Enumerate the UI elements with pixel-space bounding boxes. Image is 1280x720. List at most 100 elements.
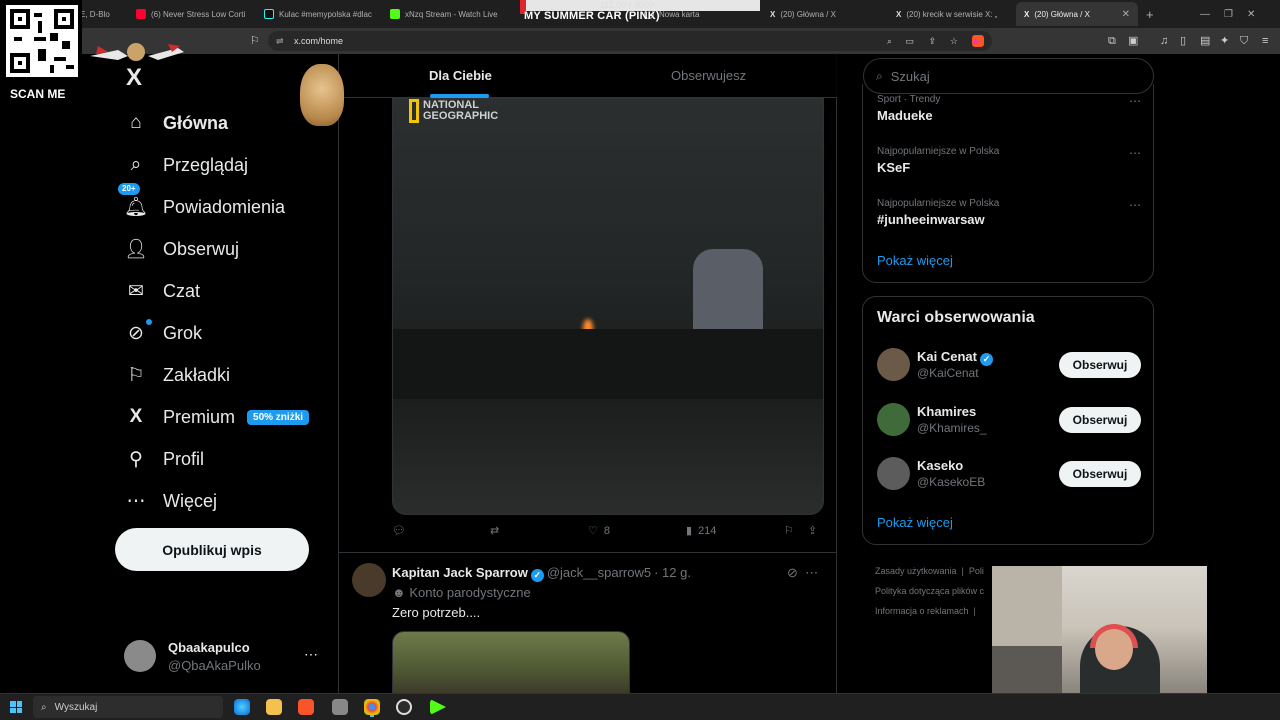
- follow-suggestion[interactable]: Khamires @Khamires_ Obserwuj: [877, 402, 1141, 438]
- nav-follow[interactable]: 👤︎ Obserwuj: [114, 228, 334, 270]
- more-dots-icon[interactable]: ⋯: [1129, 146, 1141, 160]
- file-explorer-icon[interactable]: [266, 699, 282, 715]
- cast-icon[interactable]: ▭: [905, 36, 914, 47]
- site-settings-icon[interactable]: ⇌: [276, 36, 284, 47]
- nav-notifications[interactable]: 🔔︎ 20+ Powiadomienia: [114, 183, 334, 228]
- nav-bookmarks[interactable]: ⚐ Zakładki: [114, 354, 334, 396]
- bell-glyph: 🔔︎: [124, 197, 149, 218]
- bookmark-page-icon[interactable]: ⚐: [250, 35, 260, 47]
- show-more-follow-link[interactable]: Pokaż więcej: [877, 515, 953, 530]
- close-window-icon[interactable]: ✕: [1247, 9, 1255, 20]
- sidebar-icon[interactable]: ▯: [1180, 35, 1186, 47]
- browser-tab[interactable]: (6) Never Stress Low Corti: [136, 4, 248, 24]
- follow-suggestion[interactable]: Kai Cenat ✓ @KaiCenat Obserwuj: [877, 347, 1141, 383]
- follow-suggestion[interactable]: Kaseko @KasekoEB Obserwuj: [877, 456, 1141, 492]
- avatar[interactable]: [352, 563, 386, 597]
- browser-tab[interactable]: E, D-Blo: [80, 4, 130, 24]
- browser-tab[interactable]: xNzq Stream - Watch Live: [390, 4, 502, 24]
- leo-icon[interactable]: ✦: [1220, 35, 1229, 47]
- extensions-icon[interactable]: ⧉: [1108, 35, 1116, 47]
- obs-icon[interactable]: [396, 699, 412, 715]
- mail-icon: ✉: [128, 280, 144, 302]
- post-author: Kapitan Jack Sparrow ✓ @jack__sparrow5 · 12…: [392, 565, 691, 582]
- tab-for-you[interactable]: Dla Ciebie: [429, 68, 492, 83]
- follow-button[interactable]: Obserwuj: [1059, 352, 1141, 378]
- notification-count-badge: 20+: [118, 183, 140, 195]
- vpn-icon[interactable]: ⛉: [1240, 35, 1248, 47]
- tab-following[interactable]: Obserwujesz: [671, 68, 746, 83]
- reply-button[interactable]: 💬︎: [392, 524, 406, 537]
- footer-link[interactable]: Informacja o reklamach: [875, 606, 969, 616]
- tab-label: (20) Główna / X: [780, 9, 836, 19]
- post[interactable]: Kapitan Jack Sparrow ✓ @jack__sparrow5 · 12…: [339, 552, 837, 694]
- minimize-icon[interactable]: —: [1200, 9, 1210, 20]
- wallet-icon[interactable]: ▤: [1200, 35, 1210, 47]
- search-input[interactable]: ⌕ Szukaj: [863, 58, 1154, 94]
- menu-icon[interactable]: ≡: [1262, 35, 1268, 47]
- nav-chat[interactable]: ✉ Czat: [114, 270, 334, 312]
- star-icon[interactable]: ☆: [950, 36, 958, 47]
- browser-tab[interactable]: X (20) Główna / X: [770, 4, 880, 24]
- trend-item[interactable]: Najpopularniejsze w Polska #junheeinwarsa…: [877, 198, 1147, 227]
- app-icon[interactable]: [332, 699, 348, 715]
- browser-tab-active[interactable]: X (20) Główna / X ✕: [1016, 2, 1138, 26]
- browser-tab[interactable]: Kulac #memypolska #dlac: [264, 4, 376, 24]
- more-dots-icon[interactable]: ⋯: [304, 646, 318, 663]
- brave-icon[interactable]: [298, 699, 314, 715]
- zoom-icon[interactable]: ⌕: [887, 36, 892, 47]
- tab-label: xNzq Stream - Watch Live: [405, 9, 498, 19]
- follow-icon: 👤︎: [124, 239, 149, 260]
- trend-item[interactable]: Najpopularniejsze w Polska KSeF ⋯: [877, 146, 1147, 175]
- footer-link[interactable]: Polityka dotycząca plików c: [875, 586, 984, 596]
- footer-link[interactable]: Zasady użytkowania: [875, 566, 957, 576]
- footer-link[interactable]: Poli: [969, 566, 984, 576]
- nav-explore[interactable]: ⌕ Przeglądaj: [114, 144, 334, 186]
- follow-button[interactable]: Obserwuj: [1059, 461, 1141, 487]
- taskbar-search[interactable]: ⌕ Wyszukaj: [33, 696, 223, 718]
- address-bar[interactable]: ⇌ x.com/home ⌕ ▭ ⇪ ☆: [268, 31, 992, 51]
- author-handle[interactable]: @jack__sparrow5: [547, 565, 651, 580]
- x-logo-icon[interactable]: X: [126, 64, 142, 92]
- tab-label: Kulac #memypolska #dlac: [279, 9, 372, 19]
- close-tab-icon[interactable]: ✕: [1122, 9, 1130, 20]
- views-button[interactable]: ▮ 214: [686, 524, 716, 538]
- maximize-icon[interactable]: ❐: [1224, 9, 1233, 20]
- repost-button[interactable]: ⇄: [490, 524, 499, 537]
- premium-discount-badge: 50% zniżki: [247, 409, 310, 425]
- show-more-trends-link[interactable]: Pokaż więcej: [877, 253, 1147, 268]
- nav-profile[interactable]: ⚲ Profil: [114, 438, 334, 480]
- nav-grok[interactable]: ⊘ Grok: [114, 312, 334, 354]
- more-dots-icon[interactable]: ⋯: [805, 565, 818, 580]
- share-post-button[interactable]: ⇪: [808, 524, 817, 537]
- rewards-icon[interactable]: ▲: [970, 35, 981, 47]
- more-dots-icon[interactable]: ⋯: [1129, 198, 1141, 212]
- qr-overlay: SCAN ME: [0, 0, 82, 104]
- post-time[interactable]: · 12 g.: [654, 565, 691, 580]
- music-icon[interactable]: ♫: [1160, 35, 1168, 47]
- windows-start-icon[interactable]: [10, 701, 22, 713]
- post-image[interactable]: [392, 631, 630, 694]
- like-button[interactable]: ♡ 8: [588, 524, 610, 538]
- author-name[interactable]: Kapitan Jack Sparrow: [392, 565, 528, 580]
- kick-app-icon[interactable]: [430, 699, 446, 715]
- account-switcher[interactable]: Qbaakapulco @QbaAkaPulko ⋯: [124, 638, 324, 674]
- reply-icon: 💬︎: [392, 525, 406, 537]
- share-icon[interactable]: ⇪: [928, 36, 936, 47]
- more-dots-icon[interactable]: ⋯: [1129, 94, 1141, 108]
- grok-explain-icon[interactable]: ⊘: [787, 565, 798, 580]
- edge-icon[interactable]: [234, 699, 250, 715]
- like-count: 8: [603, 524, 610, 537]
- screenshot-icon[interactable]: ▣: [1128, 35, 1138, 47]
- browser-tab[interactable]: X (20) krecik w serwisie X: „: [896, 4, 1006, 24]
- post-button[interactable]: Opublikuj wpis: [115, 528, 309, 571]
- new-tab-button[interactable]: +: [1146, 4, 1160, 24]
- bookmark-post-button[interactable]: ⚐: [784, 524, 794, 537]
- verified-icon: ✓: [530, 569, 544, 582]
- video-player[interactable]: NATIONAL GEOGRAPHIC: [392, 98, 824, 515]
- follow-button[interactable]: Obserwuj: [1059, 407, 1141, 433]
- trend-item[interactable]: Sport · Trendy Madueke ⋯: [877, 94, 1147, 123]
- nav-premium[interactable]: X Premium 50% zniżki: [114, 396, 334, 438]
- nav-more[interactable]: ⋯ Więcej: [114, 480, 334, 522]
- avatar: [877, 348, 910, 381]
- chrome-icon[interactable]: [364, 699, 380, 715]
